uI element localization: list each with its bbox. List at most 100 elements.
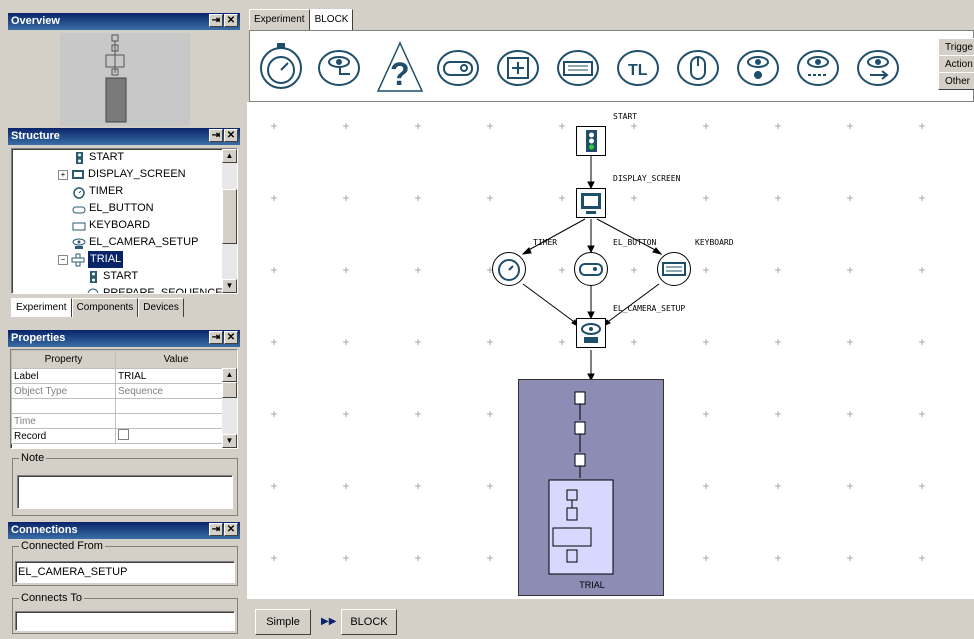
tree-item-trial[interactable]: − TRIAL (58, 251, 124, 268)
el-camera-setup-label: EL_CAMERA_SETUP (613, 304, 686, 313)
tab-experiment[interactable]: Experiment (11, 298, 72, 317)
simple-button[interactable]: Simple (255, 609, 311, 635)
question-triangle-icon[interactable]: ? (376, 41, 424, 92)
overview-canvas[interactable] (60, 33, 190, 126)
tree-label: KEYBOARD (89, 219, 151, 231)
property-name: Object Type (11, 383, 116, 399)
property-value[interactable] (115, 398, 237, 414)
property-value: Sequence (115, 383, 237, 399)
pin-button[interactable]: ⇥ (209, 129, 223, 142)
cross-box-icon[interactable] (497, 50, 539, 86)
svg-text:?: ? (390, 56, 410, 92)
expand-plus-icon[interactable]: + (58, 169, 68, 180)
keyboard-icon (72, 222, 86, 230)
properties-scrollbar[interactable]: ▲ ▼ (222, 368, 237, 448)
connected-from-field[interactable]: EL_CAMERA_SETUP (15, 561, 235, 583)
property-header[interactable]: Property (11, 350, 116, 369)
tree-label-selected: TRIAL (88, 251, 124, 268)
tree-label: START (103, 270, 139, 282)
structure-tree[interactable]: START + DISPLAY_SCREEN TIMER EL_BUTTON KE… (11, 148, 238, 294)
eye-dash-icon[interactable] (797, 50, 839, 86)
tree-item-keyboard[interactable]: KEYBOARD (72, 217, 150, 234)
tree-item-start[interactable]: START (72, 149, 124, 166)
gamepad-icon (579, 263, 603, 276)
eye-dot-icon[interactable] (737, 50, 779, 86)
tab-triggers[interactable]: Trigge (938, 38, 974, 56)
monitor-icon (72, 169, 84, 179)
start-node[interactable] (576, 126, 606, 156)
tab-components[interactable]: Components (71, 298, 139, 317)
connected-from-value: EL_CAMERA_SETUP (18, 566, 128, 578)
gamepad-icon[interactable] (437, 50, 479, 86)
connected-from-group: Connected From EL_CAMERA_SETUP (12, 540, 238, 586)
scroll-down-button[interactable]: ▼ (222, 434, 237, 448)
eye-move-icon[interactable] (318, 50, 360, 86)
toolbar-icons: ? TL (260, 41, 899, 92)
eye-arrow-icon[interactable] (857, 50, 899, 86)
close-button[interactable]: ✕ (224, 523, 238, 536)
property-name: Label (11, 368, 116, 384)
el-button-node[interactable] (574, 252, 608, 286)
camera-eye-icon (581, 323, 601, 343)
tree-label: DISPLAY_SCREEN (88, 168, 186, 180)
tree-item-prepare-sequence[interactable]: PREPARE_SEQUENCE (86, 285, 223, 293)
pin-button[interactable]: ⇥ (209, 14, 223, 27)
timer-icon[interactable] (260, 43, 302, 89)
scroll-thumb[interactable] (222, 382, 237, 398)
connects-to-group: Connects To (12, 592, 238, 634)
tree-scrollbar[interactable]: ▲ ▼ (222, 149, 237, 293)
collapse-minus-icon[interactable]: − (58, 254, 68, 265)
note-group: Note (12, 452, 238, 516)
tab-other[interactable]: Other (938, 72, 974, 90)
scroll-down-button[interactable]: ▼ (222, 279, 237, 293)
flow-canvas[interactable]: START DISPLAY_SCREEN TIMER EL_BUTTON KEY… (247, 102, 974, 599)
close-button[interactable]: ✕ (224, 331, 238, 344)
monitor-icon (581, 193, 601, 214)
tab-experiment-editor[interactable]: Experiment (249, 9, 310, 30)
pin-button[interactable]: ⇥ (209, 523, 223, 536)
property-name (11, 398, 116, 414)
close-button[interactable]: ✕ (224, 14, 238, 27)
traffic-light-icon (586, 130, 597, 152)
scroll-up-button[interactable]: ▲ (222, 149, 237, 163)
property-value[interactable]: TRIAL (115, 368, 237, 384)
connects-to-field[interactable] (15, 611, 235, 631)
connected-from-label: Connected From (19, 540, 105, 552)
timer-node[interactable] (492, 252, 526, 286)
traffic-light-icon (76, 151, 83, 164)
tree-item-el-camera-setup[interactable]: EL_CAMERA_SETUP (72, 234, 198, 251)
close-button[interactable]: ✕ (224, 129, 238, 142)
note-field[interactable] (17, 475, 233, 509)
el-camera-setup-node[interactable] (576, 318, 606, 348)
tab-devices[interactable]: Devices (138, 298, 184, 317)
scroll-thumb[interactable] (222, 189, 237, 244)
breadcrumb-block[interactable]: BLOCK (341, 609, 397, 635)
tab-block[interactable]: BLOCK (309, 9, 354, 30)
property-value[interactable] (115, 413, 237, 429)
pin-button[interactable]: ⇥ (209, 331, 223, 344)
mouse-icon[interactable] (677, 50, 719, 86)
breadcrumb-bar: Simple ▶▶ BLOCK (247, 603, 974, 639)
tree-label: EL_CAMERA_SETUP (89, 236, 199, 248)
tree-item-display-screen[interactable]: + DISPLAY_SCREEN (58, 166, 186, 183)
connects-to-label: Connects To (19, 592, 84, 604)
tree-item-timer[interactable]: TIMER (72, 183, 123, 200)
tree-label: TIMER (89, 185, 124, 197)
record-checkbox-cell[interactable] (115, 428, 237, 444)
overview-title-text: Overview (11, 15, 60, 27)
tree-item-trial-start[interactable]: START (86, 268, 138, 285)
ttl-icon[interactable]: TL (617, 50, 659, 86)
structure-panel: Structure ⇥ ✕ START + DISPLAY_SCREEN TIMER… (8, 128, 240, 318)
trial-sequence-node[interactable]: TRIAL (518, 379, 664, 596)
record-checkbox[interactable] (118, 429, 129, 440)
property-name: Time (11, 413, 116, 429)
display-screen-node[interactable] (576, 188, 606, 218)
tree-item-el-button[interactable]: EL_BUTTON (72, 200, 154, 217)
tab-actions[interactable]: Action (938, 55, 974, 73)
breadcrumb-arrow-icon: ▶▶ (321, 616, 337, 627)
scroll-up-button[interactable]: ▲ (222, 368, 237, 382)
value-header[interactable]: Value (115, 350, 237, 369)
properties-table[interactable]: Property Value Label TRIAL Object Type Sequ… (10, 349, 238, 449)
keyboard-node[interactable] (657, 252, 691, 286)
keyboard-icon[interactable] (557, 50, 599, 86)
